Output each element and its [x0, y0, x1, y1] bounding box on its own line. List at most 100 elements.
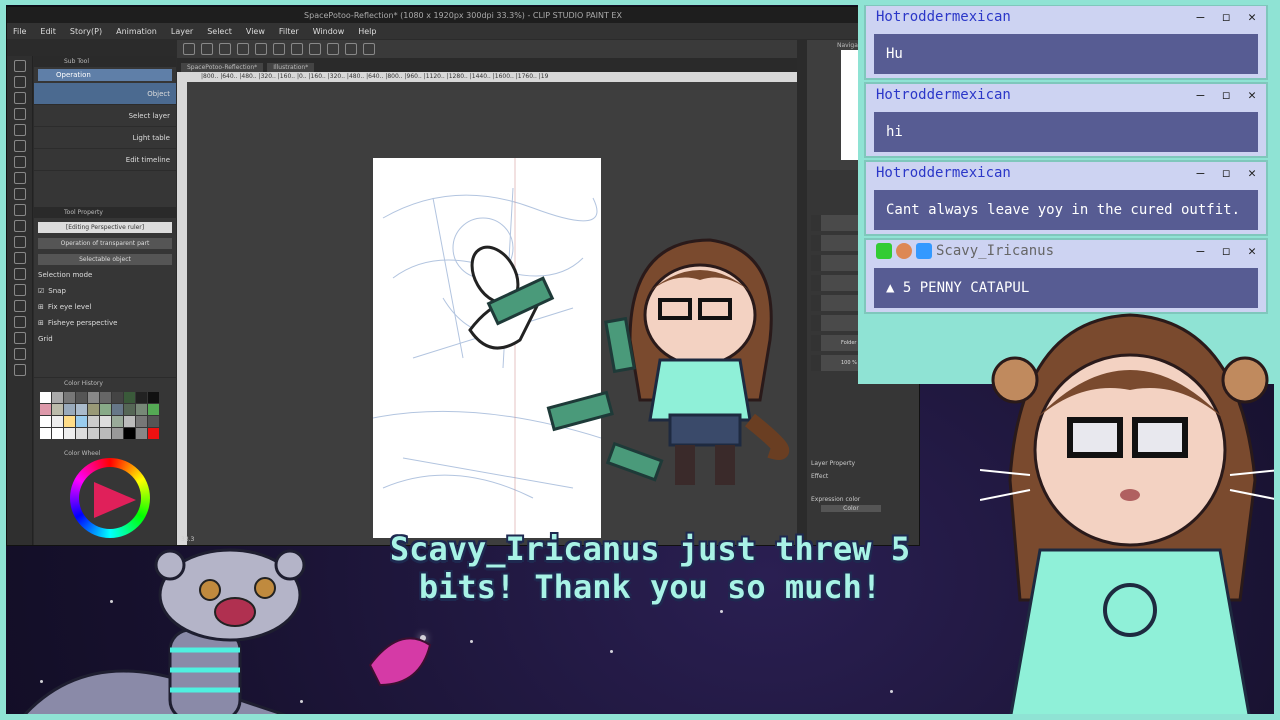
swatch[interactable] — [40, 392, 51, 403]
pen-icon[interactable] — [13, 172, 26, 184]
swatch[interactable] — [100, 404, 111, 415]
swatch[interactable] — [124, 392, 135, 403]
redo-icon[interactable] — [255, 43, 267, 55]
menu-layer[interactable]: Layer — [171, 27, 193, 36]
minimize-icon[interactable]: – — [1197, 166, 1205, 181]
operation-tool-icon[interactable] — [13, 92, 26, 104]
transparent-part-select[interactable]: Operation of transparent part — [38, 237, 172, 249]
swatch[interactable] — [124, 404, 135, 415]
swatch[interactable] — [112, 404, 123, 415]
menu-filter[interactable]: Filter — [279, 27, 299, 36]
selection-icon[interactable] — [13, 124, 26, 136]
sub-tool-edit-timeline[interactable]: Edit timeline — [34, 149, 176, 171]
swatch[interactable] — [40, 404, 51, 415]
minimize-icon[interactable]: – — [1197, 244, 1205, 259]
decoration-icon[interactable] — [13, 236, 26, 248]
menu-view[interactable]: View — [246, 27, 265, 36]
save-icon[interactable] — [219, 43, 231, 55]
maximize-icon[interactable]: ◻ — [1222, 166, 1230, 181]
swatch[interactable] — [88, 404, 99, 415]
fix-eye-level-toggle[interactable]: ⊞ — [38, 303, 44, 311]
snap-special-icon[interactable] — [363, 43, 375, 55]
menu-file[interactable]: File — [13, 27, 26, 36]
swatch[interactable] — [100, 392, 111, 403]
zoom-tool-icon[interactable] — [13, 60, 26, 72]
text-icon[interactable] — [13, 364, 26, 376]
eraser-icon[interactable] — [13, 252, 26, 264]
sub-tool-light-table[interactable]: Light table — [34, 127, 176, 149]
snap-grid-icon[interactable] — [345, 43, 357, 55]
close-icon[interactable]: ✕ — [1248, 166, 1256, 181]
swatch[interactable] — [124, 428, 135, 439]
maximize-icon[interactable]: ◻ — [1222, 10, 1230, 25]
swatch[interactable] — [136, 404, 147, 415]
maximize-icon[interactable]: ◻ — [1222, 244, 1230, 259]
swatch[interactable] — [64, 428, 75, 439]
sub-tool-select-layer[interactable]: Select layer — [34, 105, 176, 127]
transform-icon[interactable] — [291, 43, 303, 55]
new-file-icon[interactable] — [183, 43, 195, 55]
snap-checkbox[interactable]: ☑ — [38, 287, 44, 295]
swatch[interactable] — [100, 428, 111, 439]
swatch[interactable] — [52, 404, 63, 415]
swatch[interactable] — [148, 392, 159, 403]
swatch[interactable] — [112, 416, 123, 427]
swatch[interactable] — [88, 428, 99, 439]
menu-help[interactable]: Help — [358, 27, 376, 36]
swatch[interactable] — [52, 428, 63, 439]
swatch[interactable] — [76, 416, 87, 427]
swatch[interactable] — [136, 392, 147, 403]
minimize-icon[interactable]: – — [1197, 88, 1205, 103]
selectable-object-select[interactable]: Selectable object — [38, 253, 172, 265]
hand-tool-icon[interactable] — [13, 76, 26, 88]
fill-icon[interactable] — [13, 284, 26, 296]
swatch[interactable] — [52, 392, 63, 403]
menu-window[interactable]: Window — [313, 27, 345, 36]
swatch[interactable] — [148, 428, 159, 439]
menu-story[interactable]: Story(P) — [70, 27, 102, 36]
brush-icon[interactable] — [13, 204, 26, 216]
swatch[interactable] — [136, 428, 147, 439]
close-icon[interactable]: ✕ — [1248, 88, 1256, 103]
expression-color-select[interactable]: Color — [821, 505, 881, 512]
swatch[interactable] — [148, 404, 159, 415]
swatch[interactable] — [100, 416, 111, 427]
swatch[interactable] — [88, 416, 99, 427]
eyedropper-icon[interactable] — [13, 156, 26, 168]
swatch[interactable] — [112, 392, 123, 403]
menu-edit[interactable]: Edit — [40, 27, 56, 36]
undo-icon[interactable] — [237, 43, 249, 55]
swatch[interactable] — [40, 428, 51, 439]
swatch[interactable] — [64, 416, 75, 427]
swatch[interactable] — [88, 392, 99, 403]
sub-tool-object[interactable]: Object — [34, 83, 176, 105]
gradient-icon[interactable] — [13, 300, 26, 312]
swatch[interactable] — [52, 416, 63, 427]
swatch[interactable] — [64, 404, 75, 415]
deselect-icon[interactable] — [309, 43, 321, 55]
snap-ruler-icon[interactable] — [327, 43, 339, 55]
airbrush-icon[interactable] — [13, 220, 26, 232]
swatch[interactable] — [136, 416, 147, 427]
maximize-icon[interactable]: ◻ — [1222, 88, 1230, 103]
menu-animation[interactable]: Animation — [116, 27, 157, 36]
swatch[interactable] — [148, 416, 159, 427]
auto-select-icon[interactable] — [13, 140, 26, 152]
ruler-icon[interactable] — [13, 348, 26, 360]
close-icon[interactable]: ✕ — [1248, 244, 1256, 259]
pencil-icon[interactable] — [13, 188, 26, 200]
swatch[interactable] — [64, 392, 75, 403]
swatch[interactable] — [76, 392, 87, 403]
saturation-triangle[interactable] — [94, 482, 136, 518]
move-layer-icon[interactable] — [13, 108, 26, 120]
swatch[interactable] — [76, 428, 87, 439]
sub-tool-selected[interactable]: Operation — [38, 69, 172, 81]
open-icon[interactable] — [201, 43, 213, 55]
frame-icon[interactable] — [13, 332, 26, 344]
tab-illustration[interactable]: Illustration* — [267, 63, 315, 72]
tab-spacepotoo[interactable]: SpacePotoo-Reflection* — [181, 63, 264, 72]
swatch[interactable] — [112, 428, 123, 439]
blend-icon[interactable] — [13, 268, 26, 280]
swatch[interactable] — [124, 416, 135, 427]
close-icon[interactable]: ✕ — [1248, 10, 1256, 25]
